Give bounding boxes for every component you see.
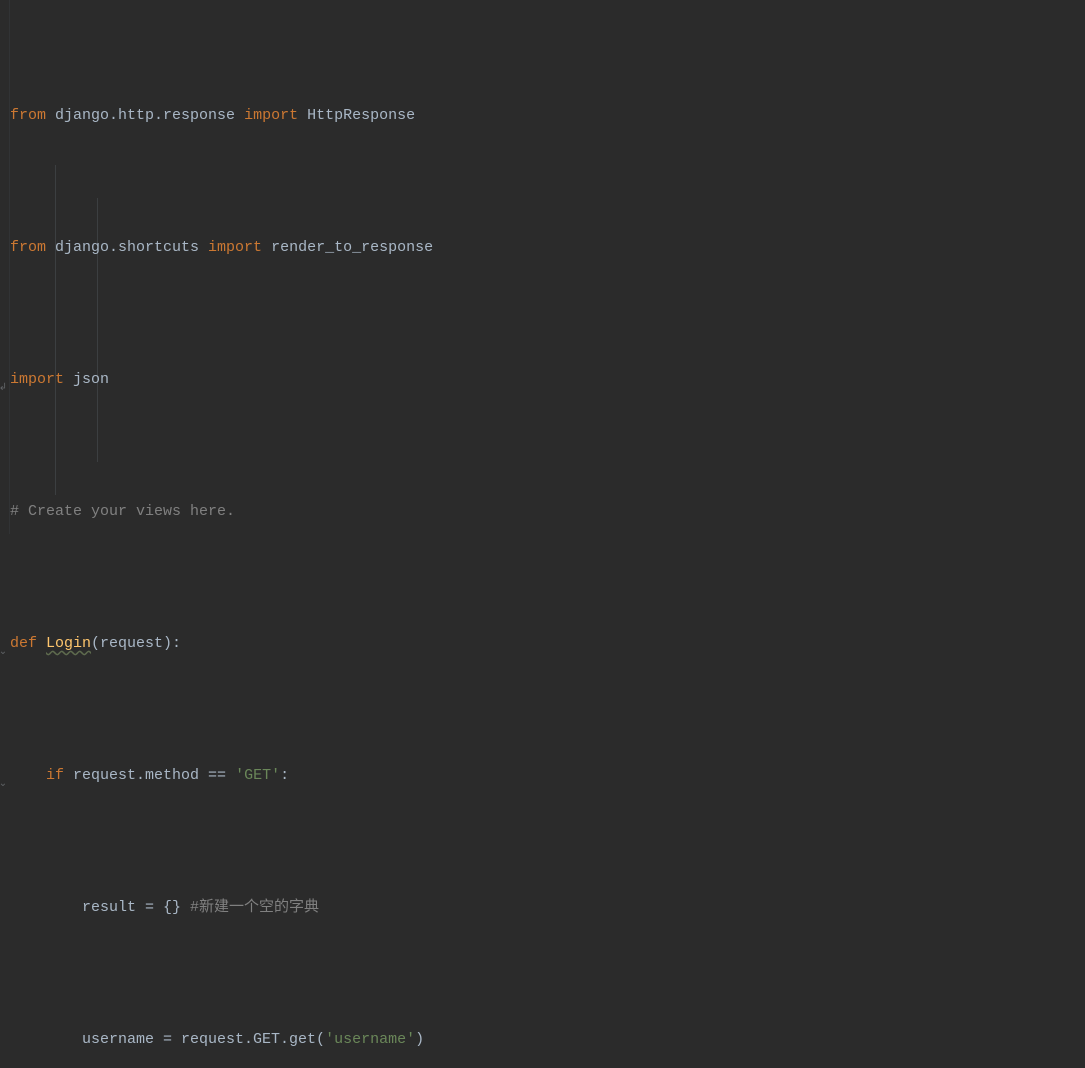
comment: # Create your views here. bbox=[10, 503, 235, 520]
code-line[interactable]: ⌄ if request.method == 'GET': bbox=[10, 759, 1085, 792]
keyword-def: def bbox=[10, 635, 46, 652]
imported-name: HttpResponse bbox=[298, 107, 415, 124]
code-line[interactable]: username = request.GET.get('username') bbox=[10, 1023, 1085, 1056]
colon: : bbox=[280, 767, 289, 784]
fold-icon[interactable]: ⌄ bbox=[0, 768, 8, 782]
comment: #新建一个空的字典 bbox=[190, 899, 319, 916]
module-path: django.http.response bbox=[46, 107, 244, 124]
fold-icon[interactable]: ⌄ bbox=[0, 636, 8, 650]
code-line[interactable]: from django.http.response import HttpRes… bbox=[10, 99, 1085, 132]
code-line[interactable]: from django.shortcuts import render_to_r… bbox=[10, 231, 1085, 264]
indent bbox=[10, 1031, 82, 1048]
string-literal: 'GET' bbox=[235, 767, 280, 784]
module-path: django.shortcuts bbox=[46, 239, 208, 256]
keyword-from: from bbox=[10, 239, 46, 256]
keyword-from: from bbox=[10, 107, 46, 124]
keyword-import: import bbox=[208, 239, 262, 256]
code-line[interactable]: result = {} #新建一个空的字典 bbox=[10, 891, 1085, 924]
code-line[interactable]: ↲import json bbox=[10, 363, 1085, 396]
import-fold-icon[interactable]: ↲ bbox=[0, 372, 8, 386]
code-line[interactable]: ⌄def Login(request): bbox=[10, 627, 1085, 660]
keyword-import: import bbox=[244, 107, 298, 124]
paren-close: ) bbox=[415, 1031, 424, 1048]
keyword-import: import bbox=[10, 371, 64, 388]
expression: username = request.GET.get( bbox=[82, 1031, 325, 1048]
imported-name: render_to_response bbox=[262, 239, 433, 256]
gutter bbox=[0, 0, 10, 534]
code-line[interactable]: # Create your views here. bbox=[10, 495, 1085, 528]
indent bbox=[10, 767, 46, 784]
keyword-if: if bbox=[46, 767, 73, 784]
signature: (request): bbox=[91, 635, 181, 652]
module-name: json bbox=[64, 371, 109, 388]
expression: result = {} bbox=[82, 899, 190, 916]
indent bbox=[10, 899, 82, 916]
code-editor[interactable]: from django.http.response import HttpRes… bbox=[10, 0, 1085, 1068]
expression: request.method == bbox=[73, 767, 235, 784]
function-name: Login bbox=[46, 635, 91, 652]
string-literal: 'username' bbox=[325, 1031, 415, 1048]
